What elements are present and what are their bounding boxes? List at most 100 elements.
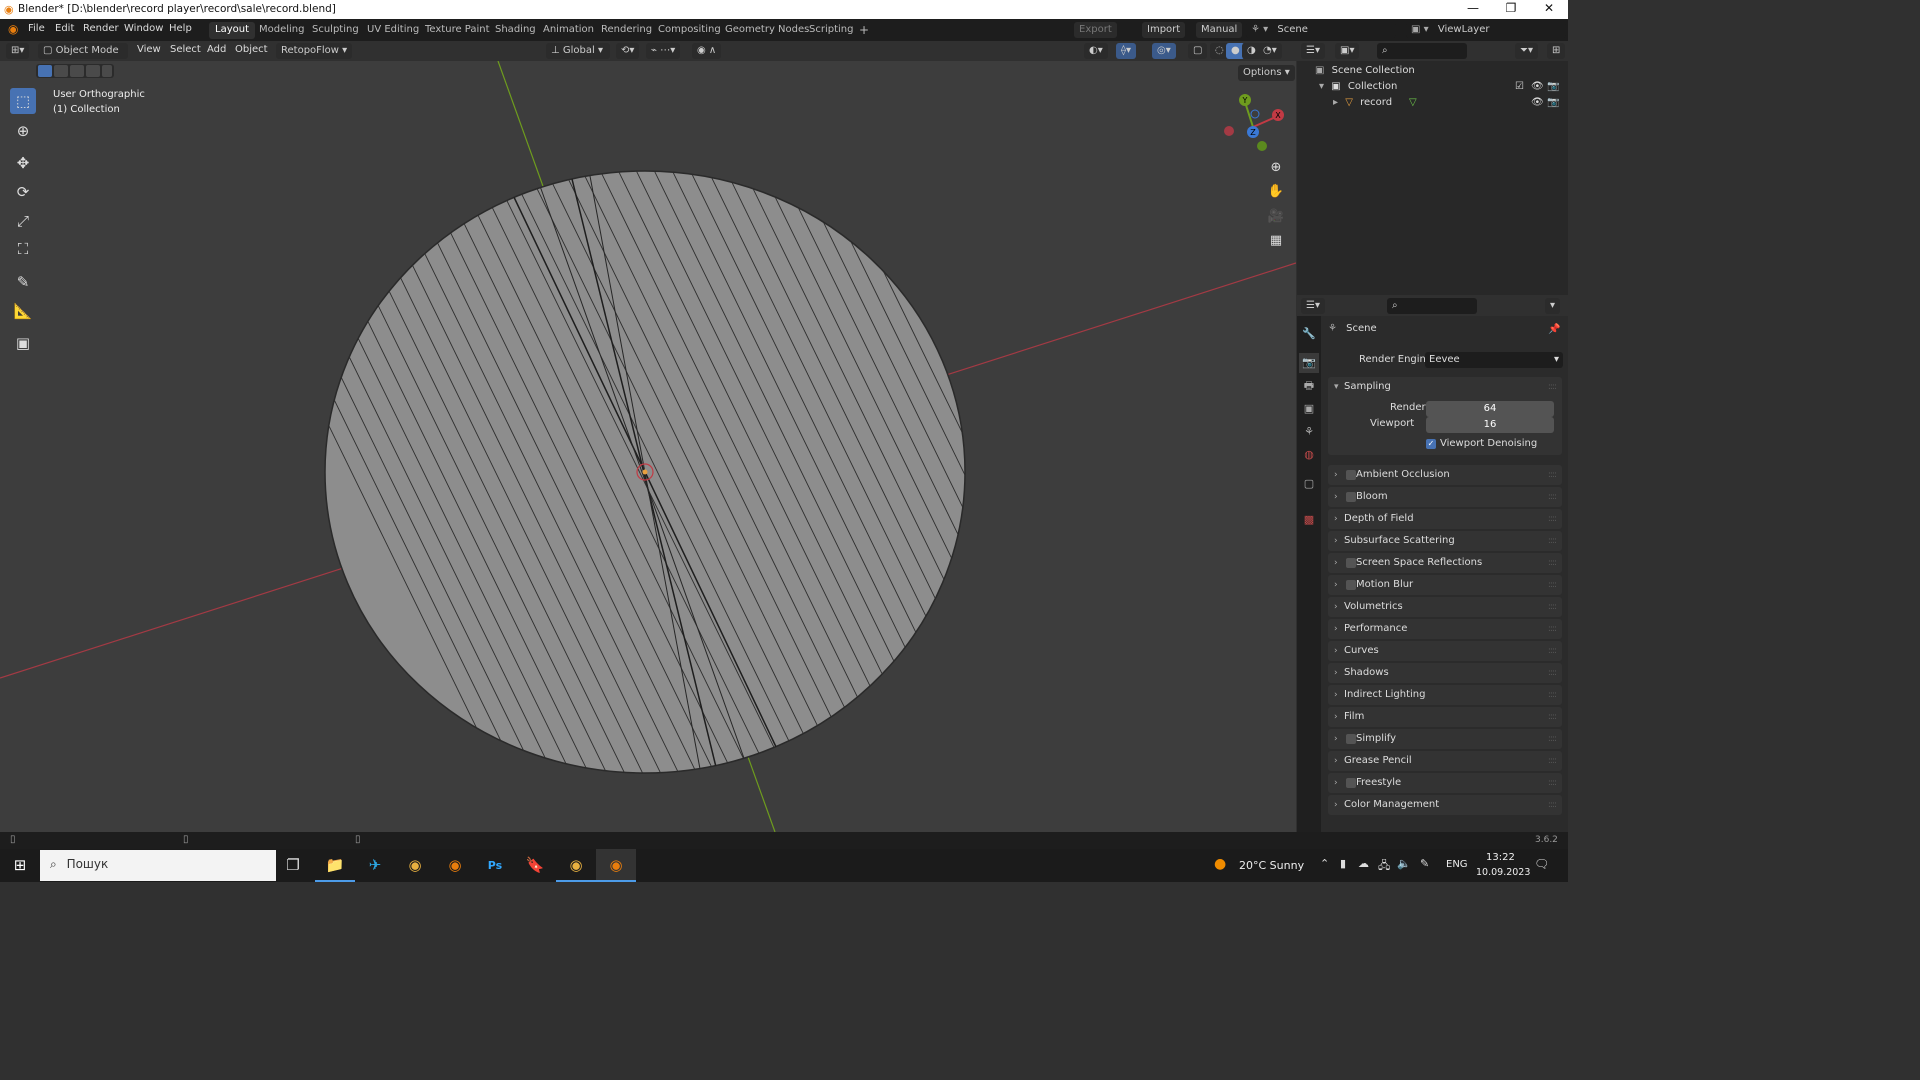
onedrive-icon[interactable]: ☁ (1358, 857, 1369, 870)
cursor-tool-icon[interactable]: ⊕ (10, 118, 36, 144)
chevron-right-icon[interactable]: › (1334, 773, 1338, 793)
menu-render[interactable]: Render (83, 23, 119, 34)
rendered-shading-icon[interactable]: ◔▾ (1258, 43, 1282, 59)
camera-view-icon[interactable]: 🎥 (1265, 207, 1287, 227)
view-layer-selector[interactable]: ▣ ▾ ViewLayer (1406, 22, 1566, 38)
drag-handle-icon[interactable]: :::: (1548, 751, 1557, 771)
motion-blur-checkbox[interactable] (1346, 580, 1356, 590)
eye-icon[interactable]: 👁 (1531, 97, 1544, 108)
bloom-checkbox[interactable] (1346, 492, 1356, 502)
add-cube-tool-icon[interactable]: ▣ (10, 330, 36, 356)
export-button[interactable]: Export (1074, 22, 1117, 38)
measure-tool-icon[interactable]: 📐 (10, 298, 36, 324)
select-new-icon[interactable] (38, 65, 52, 77)
weather-icon[interactable]: ● (1214, 856, 1226, 872)
taskbar-search-input[interactable]: ⌕ Пошук (40, 850, 276, 881)
menu-file[interactable]: File (28, 23, 45, 34)
menu-edit[interactable]: Edit (55, 23, 74, 34)
panel-film[interactable]: › Film:::: (1328, 707, 1562, 727)
tab-shading[interactable]: Shading (489, 22, 542, 39)
network-icon[interactable]: 🖧 (1378, 857, 1390, 876)
properties-search-input[interactable]: ⌕ (1387, 298, 1477, 314)
sampling-title[interactable]: Sampling (1344, 377, 1391, 397)
mode-selector[interactable]: ▢ Object Mode ▾ (38, 43, 128, 72)
expand-arrow-icon[interactable]: ▸ (1333, 97, 1338, 108)
camera-icon[interactable]: 📷 (1547, 97, 1559, 108)
drag-handle-icon[interactable]: :::: (1548, 597, 1557, 617)
tool-tab-icon[interactable]: 🔧 (1299, 324, 1319, 344)
chrome-active-icon[interactable]: ◉ (556, 849, 596, 882)
view-layer-tab-icon[interactable]: ▣ (1299, 399, 1319, 419)
camera-icon[interactable]: 📷 (1547, 81, 1559, 92)
panel-bloom[interactable]: › Bloom:::: (1328, 487, 1562, 507)
drag-handle-icon[interactable]: :::: (1548, 773, 1557, 793)
drag-handle-icon[interactable]: :::: (1548, 663, 1557, 683)
outliner-search-input[interactable]: ⌕ (1377, 43, 1467, 59)
drag-handle-icon[interactable]: :::: (1548, 795, 1557, 815)
transform-tool-icon[interactable]: ⛶ (10, 236, 36, 262)
minimize-button[interactable]: — (1454, 0, 1492, 19)
zoom-view-icon[interactable]: ⊕ (1265, 158, 1287, 178)
proportional-edit-icon[interactable]: ◉ ∧ (692, 43, 722, 59)
tab-animation[interactable]: Animation (537, 22, 600, 39)
telegram-icon[interactable]: ✈ (355, 849, 395, 882)
panel-performance[interactable]: › Performance:::: (1328, 619, 1562, 639)
annotate-tool-icon[interactable]: ✎ (10, 269, 36, 295)
file-explorer-icon[interactable]: 📁 (315, 849, 355, 882)
freestyle-checkbox[interactable] (1346, 778, 1356, 788)
select-box-tool-icon[interactable]: ⬚ (10, 88, 36, 114)
clock-date[interactable]: 10.09.2023 (1476, 867, 1530, 878)
photoshop-icon[interactable]: Ps (475, 849, 515, 882)
drag-handle-icon[interactable]: :::: (1548, 465, 1557, 485)
outliner-editor-type-icon[interactable]: ☰▾ (1301, 43, 1325, 59)
output-tab-icon[interactable]: 🖶 (1299, 376, 1319, 396)
filter-icon[interactable]: ⏷▾ (1515, 43, 1539, 59)
menu-add[interactable]: Add (207, 44, 226, 55)
chevron-right-icon[interactable]: › (1334, 597, 1338, 617)
restore-button[interactable]: ❐ (1492, 0, 1530, 19)
menu-select[interactable]: Select (170, 44, 201, 55)
drag-handle-icon[interactable]: :::: (1548, 575, 1557, 595)
editor-type-icon[interactable]: ⊞▾ (6, 43, 30, 59)
chevron-right-icon[interactable]: › (1334, 575, 1338, 595)
chevron-right-icon[interactable]: › (1334, 641, 1338, 661)
outliner-row-record[interactable]: ▸ ▽ record ▽ 👁 📷 (1333, 97, 1565, 113)
tab-sculpting[interactable]: Sculpting (306, 22, 365, 39)
blender-taskbar-icon[interactable]: ◉ (435, 849, 475, 882)
chevron-right-icon[interactable]: › (1334, 685, 1338, 705)
gizmo-toggle-icon[interactable]: ⟠▾ (1116, 43, 1136, 59)
drag-handle-icon[interactable]: :::: (1548, 531, 1557, 551)
tab-layout[interactable]: Layout (209, 22, 255, 39)
blender-menu-icon[interactable]: ◉ (8, 22, 18, 36)
expand-arrow-icon[interactable]: ▾ (1319, 81, 1324, 92)
select-subtract-icon[interactable] (70, 65, 84, 77)
overlay-toggle-icon[interactable]: ◎▾ (1152, 43, 1176, 59)
panel-depth-of-field[interactable]: › Depth of Field:::: (1328, 509, 1562, 529)
chevron-right-icon[interactable]: › (1334, 619, 1338, 639)
render-engine-select[interactable]: Eevee ▾ (1425, 352, 1563, 368)
properties-editor-type-icon[interactable]: ☰▾ (1301, 298, 1325, 314)
menu-object[interactable]: Object (235, 44, 268, 55)
tab-modeling[interactable]: Modeling (253, 22, 311, 39)
tab-texture-paint[interactable]: Texture Paint (419, 22, 496, 39)
tab-geometry-nodes[interactable]: Geometry Nodes (719, 22, 815, 39)
panel-simplify[interactable]: › Simplify:::: (1328, 729, 1562, 749)
scene-tab-icon[interactable]: ⚘ (1299, 422, 1319, 442)
task-view-icon[interactable]: ❐ (273, 849, 313, 882)
tab-compositing[interactable]: Compositing (652, 22, 727, 39)
weather-text[interactable]: 20°C Sunny (1239, 859, 1304, 872)
pan-view-icon[interactable]: ✋ (1265, 182, 1287, 202)
3d-viewport[interactable]: ⬚ ⊕ ✥ ⟳ ⤢ ⛶ ✎ 📐 ▣ User Orthographic (1) … (0, 61, 1296, 832)
outliner-row-collection[interactable]: ▾ ▣ Collection ☑ 👁 📷 (1319, 81, 1565, 97)
outliner-row-scene-collection[interactable]: ▣ Scene Collection (1315, 65, 1415, 81)
tab-rendering[interactable]: Rendering (595, 22, 658, 39)
drag-handle-icon[interactable]: :::: (1548, 509, 1557, 529)
pivot-point-icon[interactable]: ⟲▾ (616, 43, 640, 59)
panel-curves[interactable]: › Curves:::: (1328, 641, 1562, 661)
chevron-right-icon[interactable]: › (1334, 729, 1338, 749)
panel-screen-space-reflections[interactable]: › Screen Space Reflections:::: (1328, 553, 1562, 573)
chevron-right-icon[interactable]: › (1334, 707, 1338, 727)
drag-handle-icon[interactable]: :::: (1548, 487, 1557, 507)
language-indicator[interactable]: ENG (1446, 859, 1468, 870)
panel-indirect-lighting[interactable]: › Indirect Lighting:::: (1328, 685, 1562, 705)
